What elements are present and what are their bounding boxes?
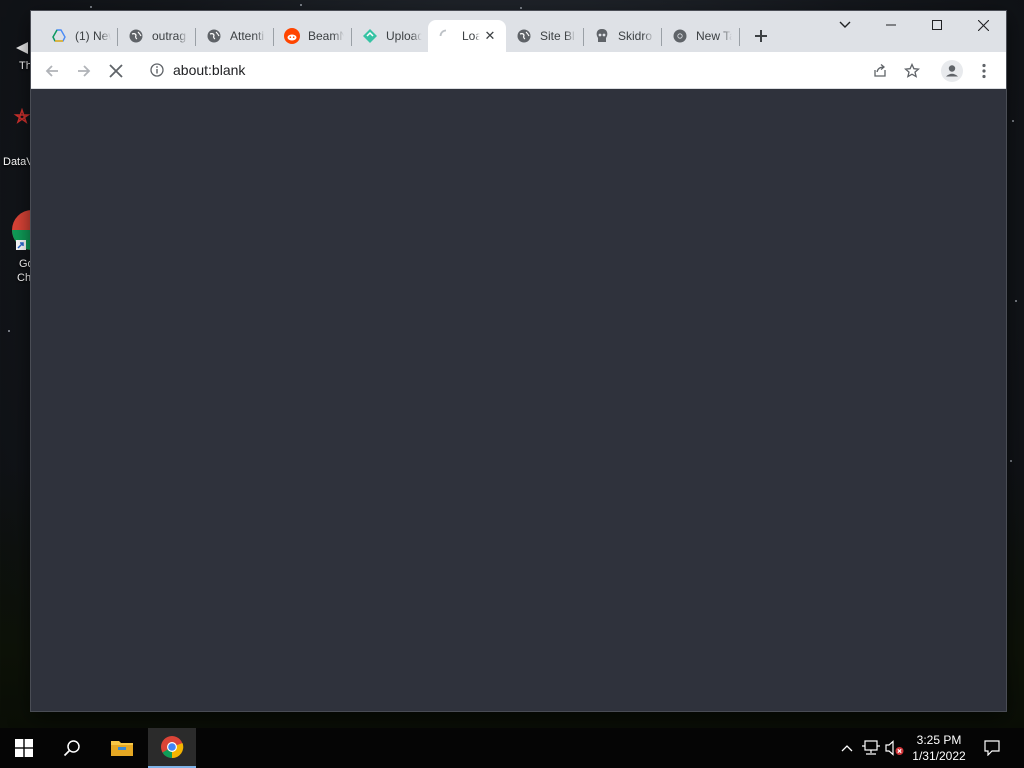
desktop-icon-datavault[interactable]: DataV [0, 108, 34, 172]
tab-title: Site Bl [540, 29, 575, 43]
skull-icon [594, 28, 610, 44]
chrome-icon [672, 28, 688, 44]
tab-upload[interactable]: Upload [352, 20, 428, 52]
taskbar-search-button[interactable] [48, 728, 96, 768]
start-button[interactable] [0, 728, 48, 768]
reddit-icon [284, 28, 300, 44]
clock-date: 1/31/2022 [912, 749, 966, 763]
maximize-button[interactable] [914, 11, 960, 39]
close-icon [109, 64, 123, 78]
browser-window: (1) New outrag Attenti BeamN [31, 11, 1006, 711]
google-drive-icon [51, 28, 67, 44]
globe-icon [206, 28, 222, 44]
action-center-button[interactable] [980, 728, 1004, 768]
tab-title: Loa [462, 29, 480, 43]
clock-time: 3:25 PM [916, 733, 962, 747]
star-icon [904, 63, 920, 78]
desktop-icon-label-line2: Ch [17, 272, 32, 284]
close-tab-icon[interactable]: ✕ [482, 28, 498, 44]
plus-icon [755, 30, 767, 42]
windows-start-icon [15, 739, 33, 757]
speaker-muted-icon [885, 740, 904, 756]
stop-loading-button[interactable] [103, 58, 129, 84]
address-bar[interactable]: about:blank [141, 55, 866, 85]
address-bar-url[interactable]: about:blank [173, 62, 245, 78]
minimize-button[interactable] [868, 11, 914, 39]
globe-icon [516, 28, 532, 44]
tab-title: Skidro [618, 29, 653, 43]
volume-button[interactable] [884, 728, 906, 768]
tab-attenti[interactable]: Attenti [196, 20, 274, 52]
chevron-up-icon [841, 745, 853, 752]
datavault-app-icon [13, 108, 31, 124]
kebab-menu-icon [982, 63, 986, 79]
chrome-icon [161, 736, 184, 759]
tab-loading-active[interactable]: Loa ✕ [428, 20, 506, 52]
browser-menu-button[interactable] [971, 58, 997, 84]
tab-title: outrag [152, 29, 187, 43]
maximize-icon [932, 20, 942, 30]
share-button[interactable] [867, 58, 893, 84]
avatar-icon [941, 60, 963, 82]
share-icon [874, 64, 886, 77]
show-hidden-icons-button[interactable] [838, 728, 856, 768]
close-icon [977, 19, 989, 31]
file-explorer-icon [111, 741, 133, 756]
chevron-down-icon [839, 21, 851, 28]
tab-title: Attenti [230, 29, 265, 43]
tab-beamn[interactable]: BeamN [274, 20, 352, 52]
forward-button[interactable] [71, 58, 97, 84]
desktop-icon-google-chrome[interactable]: Go Ch [0, 208, 34, 288]
tab-title: New Ta [696, 29, 732, 43]
info-icon[interactable] [150, 63, 164, 77]
desktop-icon-label: DataV [3, 156, 34, 168]
new-tab-button[interactable] [747, 24, 775, 48]
tab-skidro[interactable]: Skidro [584, 20, 662, 52]
taskbar-clock[interactable]: 3:25 PM 1/31/2022 [908, 732, 970, 764]
network-status-button[interactable] [860, 728, 882, 768]
browser-toolbar: about:blank [31, 52, 1006, 89]
back-button[interactable] [39, 58, 65, 84]
google-chrome-icon [12, 210, 32, 250]
tab-title: Upload [386, 29, 422, 43]
tab-strip: (1) New outrag Attenti BeamN [31, 11, 1006, 52]
arrow-left-icon [45, 65, 58, 77]
tab-site-bl[interactable]: Site Bl [506, 20, 584, 52]
arrow-right-icon [78, 65, 91, 77]
taskbar-file-explorer[interactable] [98, 728, 146, 768]
minimize-icon [886, 24, 896, 26]
notification-icon [984, 740, 1000, 756]
profile-button[interactable] [939, 58, 965, 84]
desktop-icon-label: Th [19, 60, 32, 72]
loading-spinner-icon [438, 28, 454, 44]
tab-title: BeamN [308, 29, 344, 43]
bookmark-button[interactable] [899, 58, 925, 84]
tab-title: (1) New [75, 29, 111, 43]
desktop-icon-recycle-bin[interactable]: Th [0, 36, 32, 76]
upload-app-icon [362, 28, 378, 44]
page-content-blank[interactable] [31, 89, 1006, 711]
globe-icon [128, 28, 144, 44]
close-window-button[interactable] [960, 11, 1006, 39]
tab-separator [739, 28, 740, 46]
tab-outrag[interactable]: outrag [118, 20, 196, 52]
tab-search-button[interactable] [822, 11, 868, 39]
network-icon [862, 740, 880, 755]
tab-google-drive[interactable]: (1) New [41, 20, 119, 52]
search-icon [63, 740, 80, 757]
tab-new-tab[interactable]: New Ta [662, 20, 740, 52]
taskbar-chrome[interactable] [148, 728, 196, 768]
taskbar: 3:25 PM 1/31/2022 [0, 728, 1024, 768]
